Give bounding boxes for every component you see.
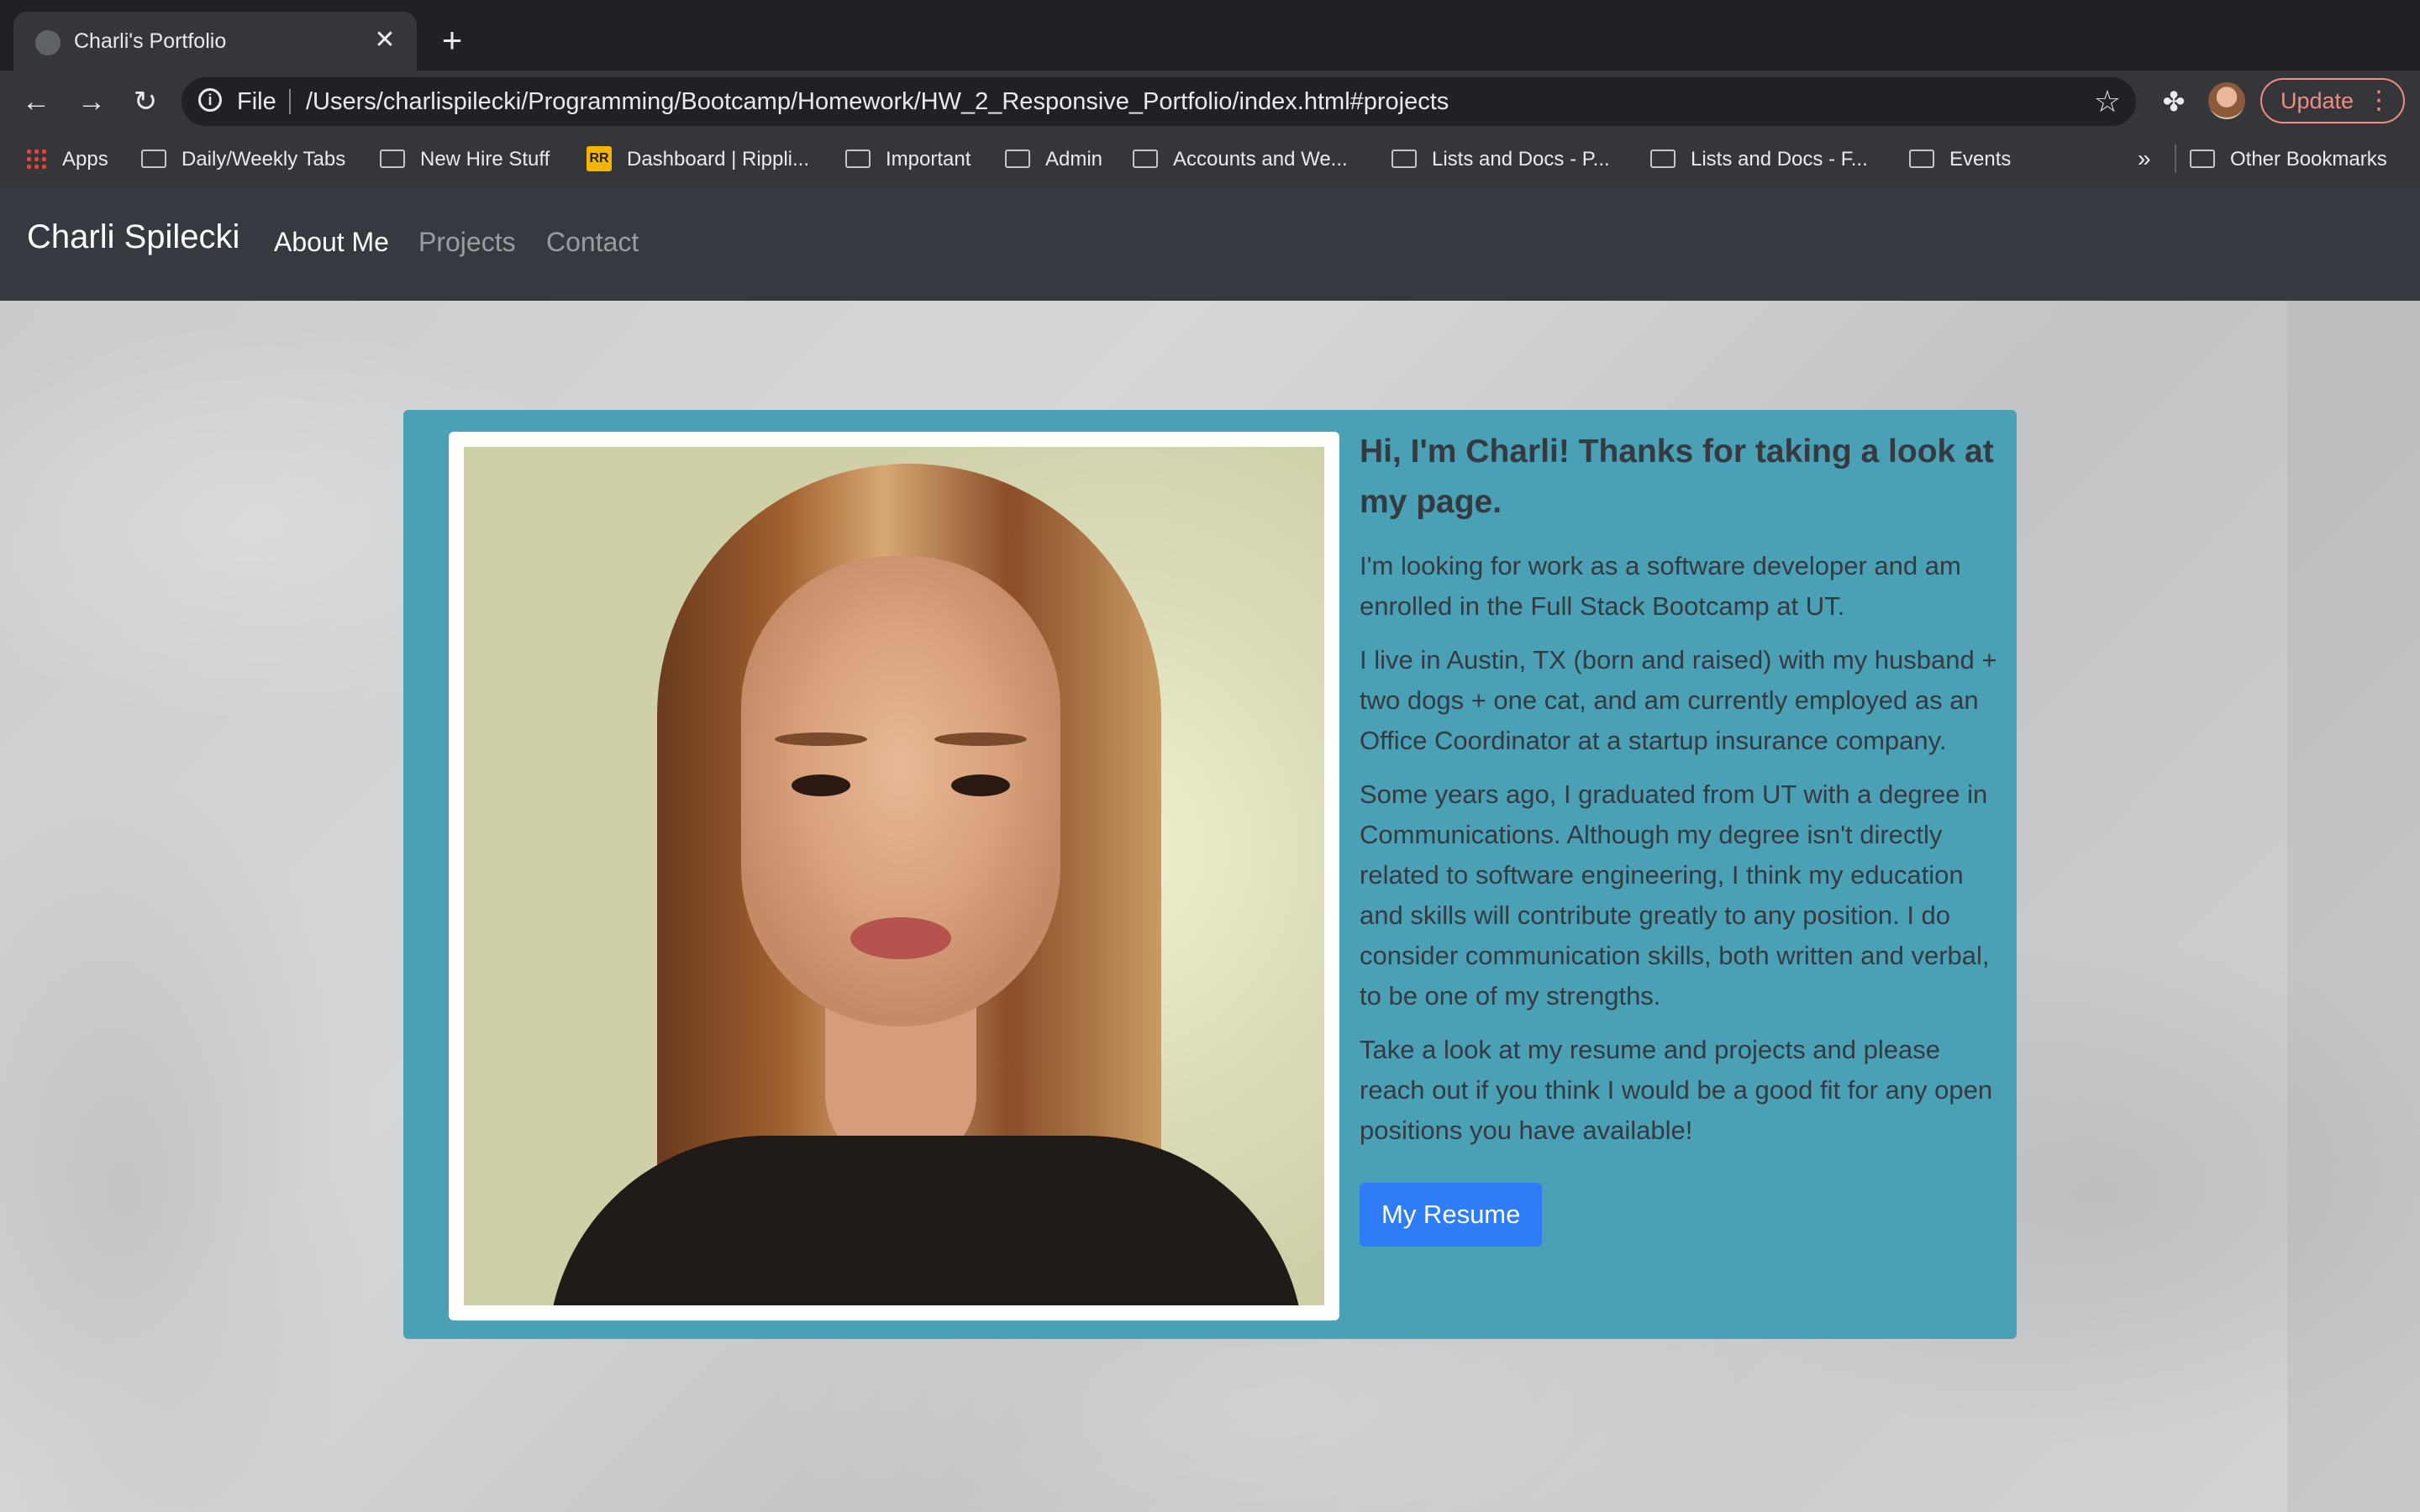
nav-projects[interactable]: Projects: [418, 223, 516, 260]
other-bookmarks[interactable]: Other Bookmarks: [2190, 144, 2387, 175]
update-label: Update: [2281, 88, 2354, 113]
url-text[interactable]: /Users/charlispilecki/Programming/Bootca…: [306, 87, 1449, 116]
close-tab-icon[interactable]: ✕: [368, 24, 402, 57]
my-resume-button[interactable]: My Resume: [1360, 1183, 1543, 1247]
profile-photo: [464, 447, 1324, 1305]
bookmark-events[interactable]: Events: [1909, 144, 2011, 175]
nav-contact[interactable]: Contact: [546, 223, 639, 260]
bookmark-new-hire-stuff[interactable]: New Hire Stuff: [380, 144, 550, 175]
browser-toolbar: ← → ↻ i File /Users/charlispilecki/Progr…: [0, 71, 2420, 133]
about-paragraph-1: I'm looking for work as a software devel…: [1360, 551, 1961, 621]
about-text: Hi, I'm Charli! Thanks for taking a look…: [1360, 427, 1998, 1247]
bookmark-label: Lists and Docs - F...: [1691, 148, 1868, 171]
ripplematch-logo-icon: RR: [587, 145, 612, 171]
bookmarks-divider: [2175, 144, 2176, 173]
folder-icon: [1005, 149, 1030, 168]
photo-left-eye: [792, 774, 850, 796]
about-headline: Hi, I'm Charli! Thanks for taking a look…: [1360, 433, 1994, 520]
bookmark-label: Accounts and We...: [1173, 148, 1348, 171]
folder-icon: [2190, 149, 2215, 168]
nav-about-me[interactable]: About Me: [274, 223, 389, 260]
profile-avatar[interactable]: [2208, 82, 2245, 119]
menu-icon[interactable]: ⋮: [2366, 80, 2391, 122]
tab-strip: Charli's Portfolio ✕ +: [0, 0, 2420, 71]
site-brand[interactable]: Charli Spilecki: [27, 215, 239, 259]
about-paragraph-4: Take a look at my resume and projects an…: [1360, 1035, 1993, 1145]
address-divider: [289, 89, 291, 114]
bookmark-label: Important: [886, 148, 971, 171]
info-icon[interactable]: i: [198, 88, 222, 112]
bookmark-label: Dashboard | Rippli...: [627, 148, 810, 171]
profile-photo-frame: [449, 432, 1339, 1320]
apps-grid-icon: [25, 147, 47, 170]
bookmark-admin[interactable]: Admin: [1005, 144, 1102, 175]
bookmarks-bar: Apps Daily/Weekly Tabs New Hire Stuff RR…: [0, 133, 2420, 188]
bookmark-label: Events: [1949, 148, 2012, 171]
about-card: Hi, I'm Charli! Thanks for taking a look…: [403, 410, 2017, 1339]
bookmark-label: Lists and Docs - P...: [1432, 148, 1610, 171]
site-navbar: Charli Spilecki About Me Projects Contac…: [0, 186, 2420, 301]
bookmark-label: Other Bookmarks: [2230, 148, 2387, 171]
bookmark-label: Apps: [62, 148, 108, 171]
new-tab-icon[interactable]: +: [432, 22, 472, 62]
scheme-label: File: [237, 88, 276, 115]
folder-icon: [141, 149, 166, 168]
bookmark-lists-docs-p[interactable]: Lists and Docs - P...: [1392, 144, 1610, 175]
bookmark-label: Daily/Weekly Tabs: [182, 148, 346, 171]
update-button[interactable]: Update ⋮: [2260, 78, 2405, 123]
photo-right-eye: [951, 774, 1010, 796]
address-bar[interactable]: i File /Users/charlispilecki/Programming…: [182, 77, 2136, 126]
star-icon[interactable]: ☆: [2094, 84, 2121, 119]
folder-icon: [1650, 149, 1676, 168]
folder-icon: [1133, 149, 1158, 168]
browser-tab[interactable]: Charli's Portfolio ✕: [13, 12, 417, 71]
about-paragraph-2: I live in Austin, TX (born and raised) w…: [1360, 645, 1997, 755]
tab-title: Charli's Portfolio: [74, 29, 227, 53]
bookmark-dashboard[interactable]: RR Dashboard | Rippli...: [587, 144, 809, 175]
extensions-icon[interactable]: ✤: [2153, 81, 2195, 123]
photo-left-brow: [775, 732, 867, 746]
bookmark-label: Admin: [1045, 148, 1103, 171]
reload-icon[interactable]: ↻: [124, 81, 166, 123]
bookmark-apps[interactable]: Apps: [25, 144, 108, 175]
bookmark-daily-weekly-tabs[interactable]: Daily/Weekly Tabs: [141, 144, 345, 175]
folder-icon: [1909, 149, 1934, 168]
bookmark-important[interactable]: Important: [845, 144, 971, 175]
forward-icon[interactable]: →: [71, 81, 113, 123]
folder-icon: [1392, 149, 1417, 168]
page-viewport: Charli Spilecki About Me Projects Contac…: [0, 186, 2420, 1512]
photo-right-brow: [934, 732, 1027, 746]
more-bookmarks-icon[interactable]: »: [2138, 144, 2151, 173]
background-texture: [2287, 186, 2420, 1512]
bookmark-label: New Hire Stuff: [420, 148, 550, 171]
folder-icon: [380, 149, 405, 168]
folder-icon: [845, 149, 871, 168]
globe-icon: [35, 30, 60, 55]
bookmark-lists-docs-f[interactable]: Lists and Docs - F...: [1650, 144, 1868, 175]
bookmark-accounts[interactable]: Accounts and We...: [1133, 144, 1348, 175]
photo-lips: [850, 917, 951, 959]
photo-face: [741, 556, 1060, 1026]
about-paragraph-3: Some years ago, I graduated from UT with…: [1360, 780, 1990, 1011]
back-icon[interactable]: ←: [15, 81, 57, 123]
